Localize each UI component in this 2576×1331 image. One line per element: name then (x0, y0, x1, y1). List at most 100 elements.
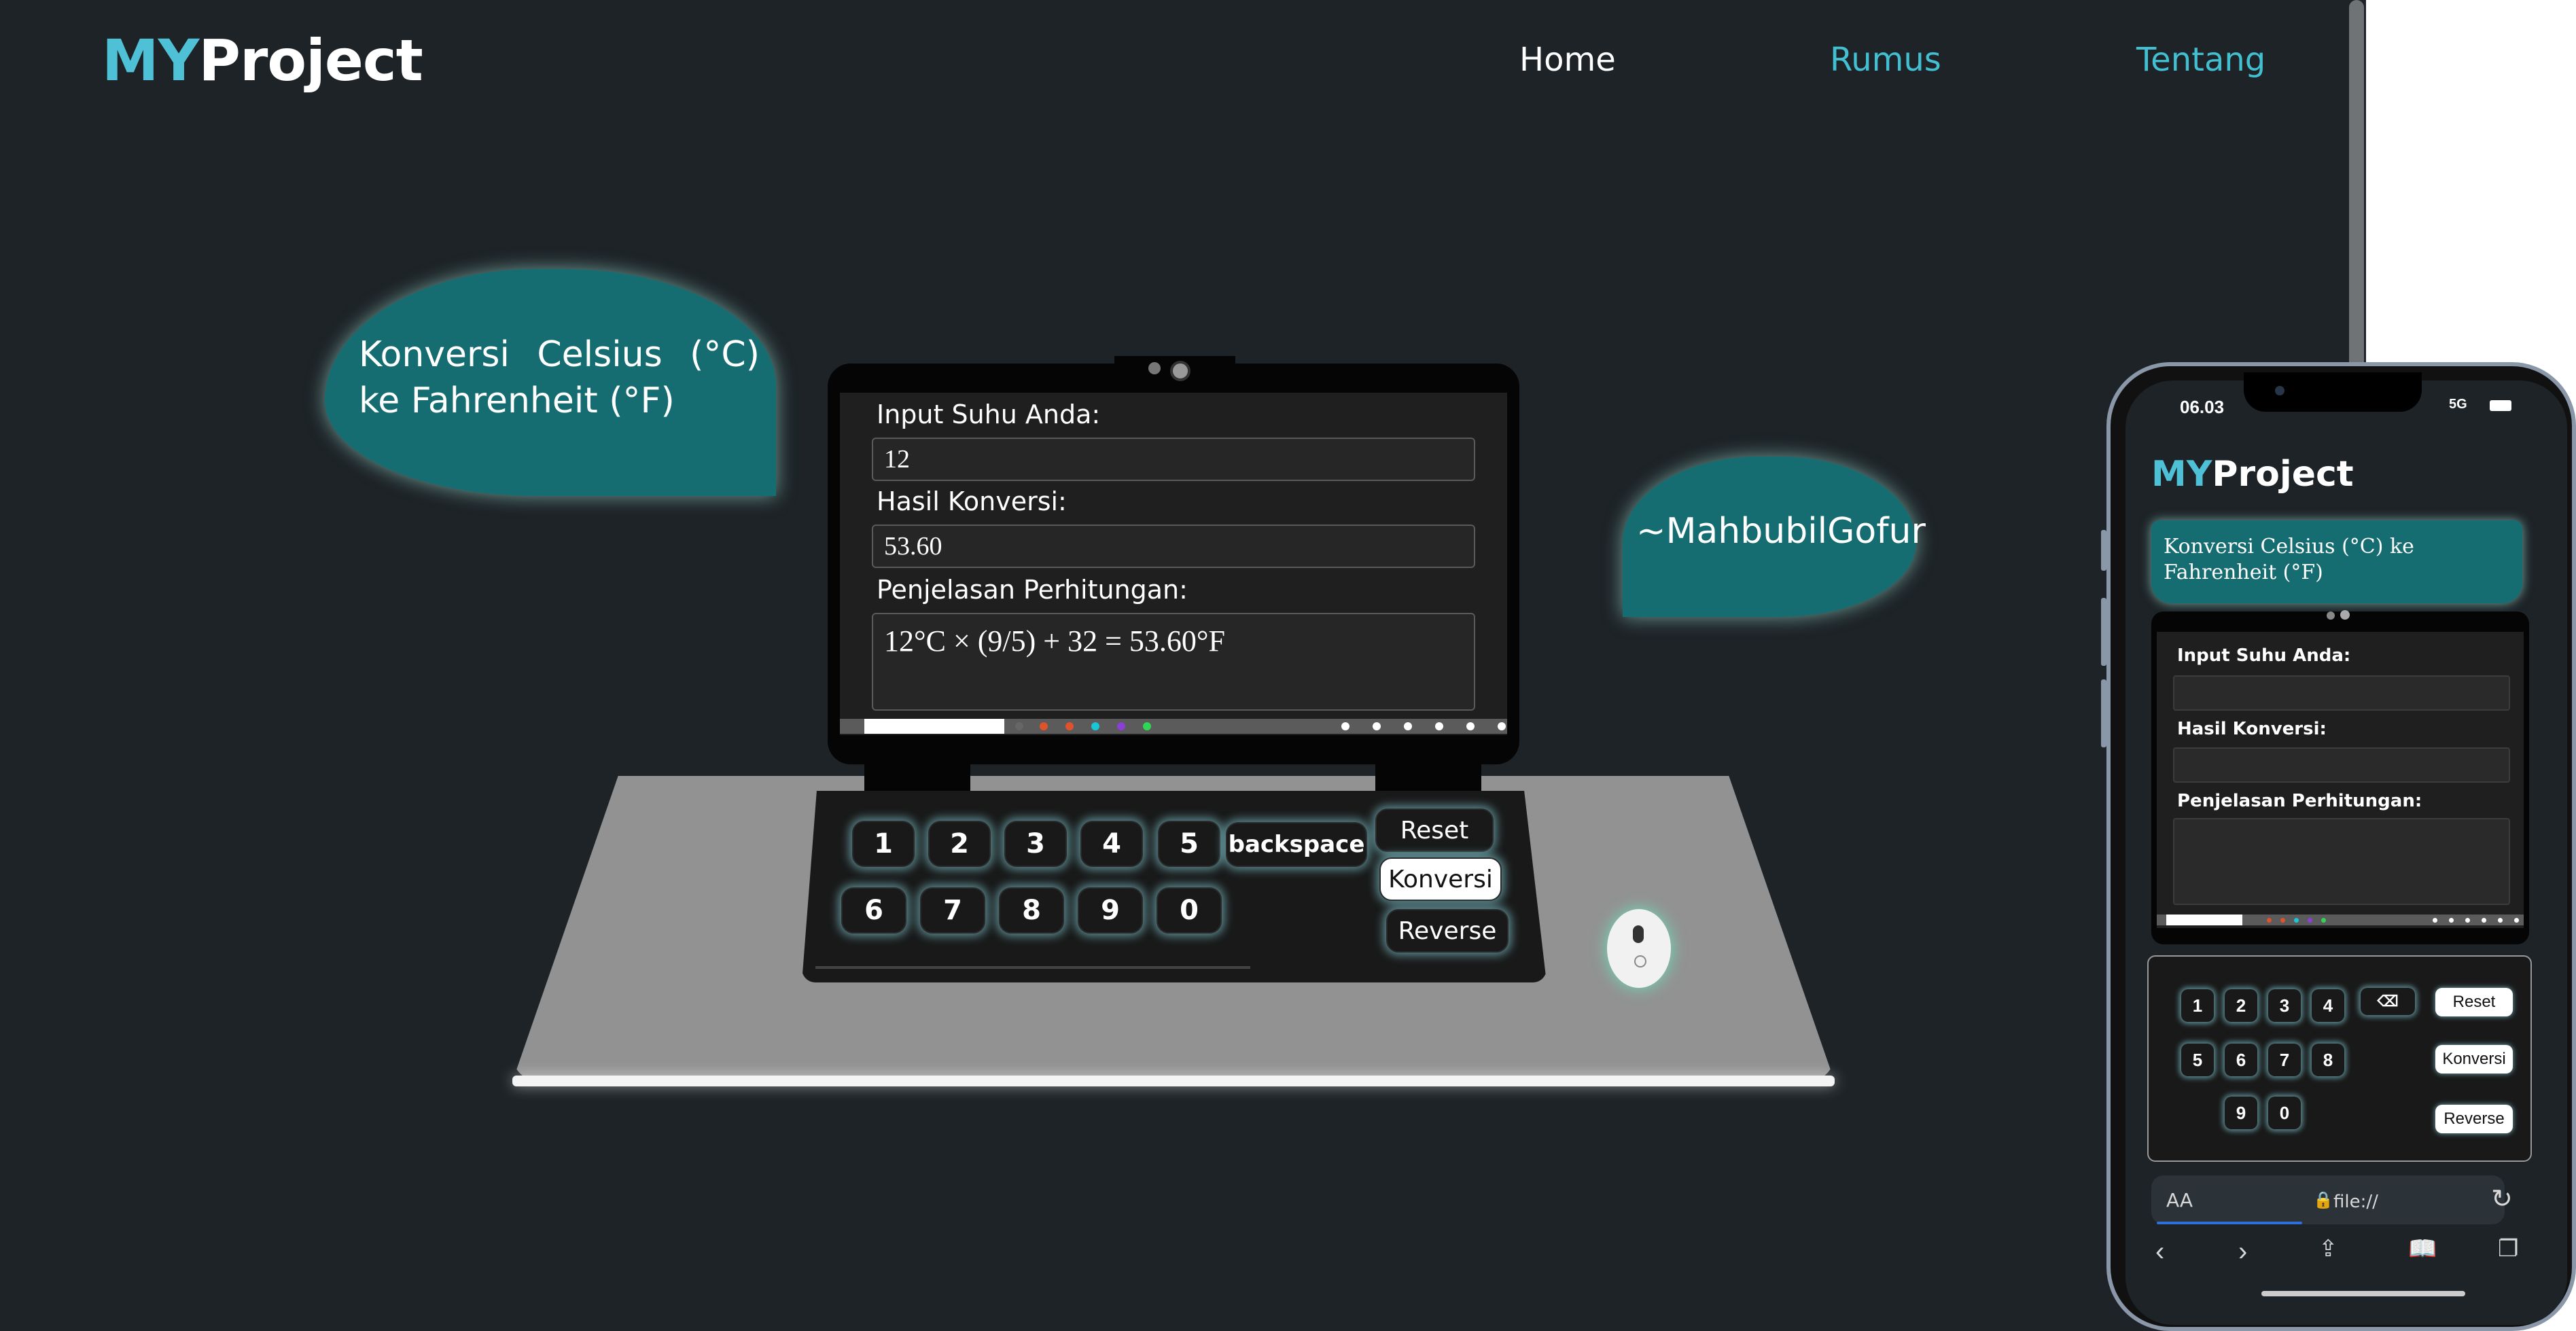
nav-rumus[interactable]: Rumus (1830, 41, 1941, 79)
mobile-temperature-input[interactable] (2173, 675, 2510, 711)
key-4[interactable]: 4 (1080, 821, 1143, 867)
mouse-wheel (1633, 925, 1644, 943)
backspace-icon[interactable]: ⌫ (2361, 988, 2415, 1015)
mobile-logo-name: Project (2212, 454, 2354, 495)
taskbar-dot-icon (1117, 722, 1125, 730)
taskbar-dot-icon (1341, 722, 1349, 730)
mobile-camera-lens-icon (2340, 610, 2350, 620)
url-text: file:// (2333, 1192, 2378, 1212)
bookmarks-icon[interactable]: 📖 (2408, 1235, 2437, 1262)
taskbar-dot-icon (1091, 722, 1099, 730)
key-6[interactable]: 6 (841, 887, 906, 934)
taskbar-dot-icon (1143, 722, 1151, 730)
key-0[interactable]: 0 (1157, 887, 1222, 934)
taskbar-dot-icon (1466, 722, 1475, 730)
mobile-logo[interactable]: MYProject (2151, 454, 2354, 495)
taskbar-highlight (864, 719, 1004, 734)
scrollbar-thumb[interactable] (2349, 0, 2364, 387)
mobile-taskbar-highlight (2166, 915, 2242, 925)
explain-textarea[interactable]: 12°C × (9/5) + 32 = 53.60°F (872, 613, 1475, 711)
reverse-button[interactable]: Reverse (1386, 909, 1508, 953)
taskbar-dot-icon (1040, 722, 1048, 730)
temperature-input[interactable]: 12 (872, 438, 1475, 481)
mobile-key-8[interactable]: 8 (2312, 1044, 2344, 1076)
mobile-key-3[interactable]: 3 (2268, 989, 2301, 1022)
mobile-key-9[interactable]: 9 (2225, 1097, 2257, 1129)
mobile-title-card: Konversi Celsius (°C) ke Fahrenheit (°F) (2151, 520, 2522, 603)
mobile-taskbar-dot-icon (2498, 918, 2503, 923)
mobile-reverse-button[interactable]: Reverse (2435, 1105, 2513, 1133)
key-2[interactable]: 2 (928, 821, 991, 867)
mobile-taskbar-dot-icon (2514, 918, 2519, 923)
mobile-key-7[interactable]: 7 (2268, 1044, 2301, 1076)
key-3[interactable]: 3 (1004, 821, 1067, 867)
lock-icon: 🔒 (2313, 1190, 2333, 1209)
mobile-key-5[interactable]: 5 (2181, 1044, 2214, 1076)
back-icon[interactable]: ‹ (2155, 1237, 2164, 1267)
mobile-key-1[interactable]: 1 (2181, 989, 2214, 1022)
mobile-taskbar-dot-icon (2280, 918, 2285, 923)
mobile-taskbar-dot-icon (2449, 918, 2454, 923)
result-label: Hasil Konversi: (877, 486, 1067, 516)
mobile-logo-prefix: MY (2151, 454, 2212, 495)
mobile-convert-button[interactable]: Konversi (2435, 1045, 2513, 1073)
mobile-key-4[interactable]: 4 (2312, 989, 2344, 1022)
mobile-taskbar-dot-icon (2482, 918, 2486, 923)
taskbar-dot-icon (1373, 722, 1381, 730)
phone-camera-icon (2275, 386, 2284, 395)
taskbar-dot-icon (1404, 722, 1412, 730)
reload-icon[interactable]: ↻ (2491, 1184, 2513, 1213)
taskbar-dot-icon (1015, 722, 1023, 730)
key-7[interactable]: 7 (920, 887, 985, 934)
site-logo[interactable]: MYProject (102, 27, 423, 94)
taskbar-dot-icon (1065, 722, 1074, 730)
mobile-reset-button[interactable]: Reset (2435, 988, 2513, 1016)
reset-button[interactable]: Reset (1375, 809, 1494, 852)
tabs-icon[interactable]: ❐ (2498, 1235, 2518, 1262)
logo-name: Project (198, 27, 423, 94)
status-time: 06.03 (2180, 397, 2225, 417)
backspace-button[interactable]: backspace (1226, 822, 1367, 867)
mobile-taskbar-dot-icon (2294, 918, 2299, 923)
title-bubble-text: Konversi Celsius (°C) ke Fahrenheit (°F) (359, 334, 760, 421)
camera-icon (1148, 362, 1161, 374)
taskbar-dot-icon (1498, 722, 1506, 730)
mobile-explain-textarea[interactable] (2173, 818, 2510, 905)
author-bubble-text: ~MahbubilGofur (1636, 511, 1926, 552)
desk-edge (512, 1076, 1835, 1086)
result-field[interactable]: 53.60 (872, 525, 1475, 568)
phone-side-button (2101, 598, 2106, 666)
keypad-divider (815, 966, 1250, 969)
key-1[interactable]: 1 (852, 821, 915, 867)
status-network: 5G (2449, 397, 2467, 412)
mobile-key-0[interactable]: 0 (2268, 1097, 2301, 1129)
mobile-key-2[interactable]: 2 (2225, 989, 2257, 1022)
mobile-taskbar-dot-icon (2267, 918, 2272, 923)
mobile-title-text: Konversi Celsius (°C) ke Fahrenheit (°F) (2164, 535, 2414, 584)
explain-label: Penjelasan Perhitungan: (877, 575, 1188, 605)
home-indicator (2261, 1291, 2465, 1296)
mobile-explain-label: Penjelasan Perhitungan: (2177, 791, 2422, 811)
forward-icon[interactable]: › (2238, 1237, 2247, 1267)
nav-tentang[interactable]: Tentang (2136, 41, 2265, 79)
mobile-taskbar-dot-icon (2308, 918, 2312, 923)
key-8[interactable]: 8 (999, 887, 1064, 934)
convert-button[interactable]: Konversi (1379, 857, 1502, 901)
taskbar-dot-icon (1435, 722, 1443, 730)
mobile-result-field[interactable] (2173, 747, 2510, 783)
share-icon[interactable]: ⇪ (2318, 1235, 2338, 1262)
mobile-input-label: Input Suhu Anda: (2177, 645, 2351, 666)
mouse-icon (1607, 909, 1671, 988)
key-9[interactable]: 9 (1078, 887, 1143, 934)
mouse-logo-icon (1634, 955, 1646, 968)
title-bubble: Konversi Celsius (°C) ke Fahrenheit (°F) (325, 269, 776, 496)
load-progress (2157, 1222, 2302, 1224)
phone-side-button (2101, 530, 2106, 571)
nav-home[interactable]: Home (1519, 41, 1616, 79)
phone-side-button (2101, 679, 2106, 747)
mobile-taskbar-dot-icon (2465, 918, 2470, 923)
logo-prefix: MY (102, 27, 199, 94)
text-size-button[interactable]: AA (2166, 1189, 2193, 1211)
key-5[interactable]: 5 (1158, 821, 1220, 867)
mobile-key-6[interactable]: 6 (2225, 1044, 2257, 1076)
